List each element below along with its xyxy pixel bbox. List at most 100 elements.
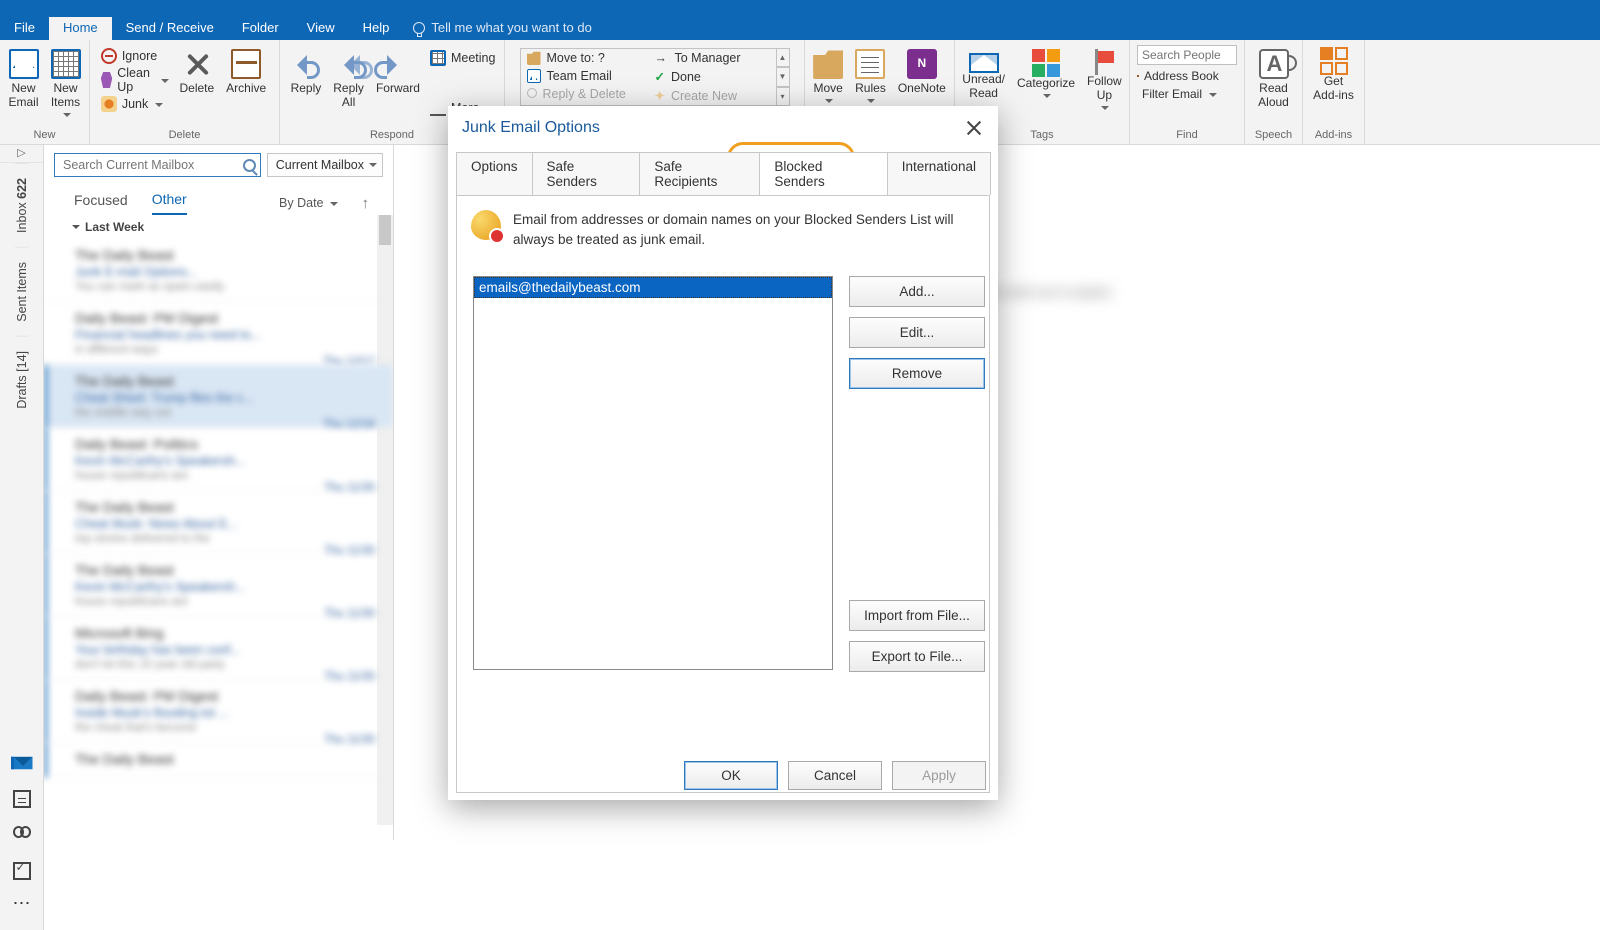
reply-button[interactable]: Reply (285, 43, 328, 98)
onenote-button[interactable]: NOneNote (892, 43, 952, 98)
address-book-button[interactable]: Address Book (1137, 69, 1237, 83)
message-item[interactable]: The Daily BeastCheat Musk: News About E.… (44, 491, 393, 554)
new-email-button[interactable]: New Email (3, 43, 45, 112)
dtab-safe-senders[interactable]: Safe Senders (532, 152, 641, 195)
apply-button[interactable]: Apply (892, 761, 986, 790)
dialog-description: Email from addresses or domain names on … (513, 210, 975, 249)
dtab-blocked-senders[interactable]: Blocked Senders (759, 152, 887, 195)
get-addins-button[interactable]: Get Add-ins (1307, 43, 1360, 105)
nav-people-icon[interactable] (13, 826, 31, 844)
tab-send-receive[interactable]: Send / Receive (112, 17, 228, 40)
ignore-icon (101, 48, 117, 64)
reply-delete-icon (527, 88, 537, 98)
junk-button[interactable]: Junk (101, 93, 170, 115)
ok-button[interactable]: OK (684, 761, 778, 790)
sort-direction-button[interactable]: ↑ (362, 195, 370, 212)
reply-all-icon (334, 49, 364, 79)
cancel-button[interactable]: Cancel (788, 761, 882, 790)
tab-other[interactable]: Other (152, 191, 187, 215)
folder-icon (527, 51, 541, 65)
unread-button[interactable]: Unread/ Read (956, 43, 1011, 103)
dtab-international[interactable]: International (887, 152, 991, 195)
rail-drafts[interactable]: Drafts [14] (15, 336, 29, 423)
meeting-icon (430, 50, 446, 66)
quick-steps-gallery[interactable]: Move to: ? Team Email Reply & Delete →To… (520, 48, 790, 106)
meeting-button[interactable]: Meeting (430, 47, 495, 69)
delete-label: Delete (179, 82, 214, 96)
list-item[interactable]: emails@thedailybeast.com (474, 277, 832, 298)
tab-view[interactable]: View (293, 17, 349, 40)
tab-focused[interactable]: Focused (74, 192, 128, 214)
message-item[interactable]: Microsoft BingYour birthday has been con… (44, 617, 393, 680)
message-item[interactable]: Daily Beast: PM DigestFinancial headline… (44, 302, 393, 365)
blocked-senders-listbox[interactable]: emails@thedailybeast.com (473, 276, 833, 670)
search-people-input[interactable] (1137, 45, 1237, 65)
archive-icon (231, 49, 261, 79)
sort-by-date[interactable]: By Date (279, 196, 337, 210)
rail-inbox[interactable]: Inbox 622 (15, 163, 29, 247)
message-item[interactable]: The Daily BeastKevin McCarthy's Speakers… (44, 554, 393, 617)
new-items-button[interactable]: New Items (45, 43, 87, 120)
followup-button[interactable]: Follow Up (1081, 43, 1128, 113)
move-button[interactable]: Move (807, 43, 849, 106)
book-icon (1137, 75, 1139, 77)
rules-button[interactable]: Rules (849, 43, 892, 106)
dialog-tabs: Options Safe Senders Safe Recipients Blo… (456, 152, 990, 195)
export-button[interactable]: Export to File... (849, 641, 985, 672)
move-folder-icon (813, 49, 843, 79)
delete-button[interactable]: Delete (173, 43, 220, 98)
nav-more-icon[interactable]: ⋯ (13, 898, 31, 916)
read-aloud-button[interactable]: Read Aloud (1252, 43, 1295, 112)
message-list-pane: Current Mailbox Focused Other By Date ↑ … (44, 145, 394, 840)
cleanup-button[interactable]: Clean Up (101, 69, 170, 91)
ignore-button[interactable]: Ignore (101, 45, 170, 67)
archive-button[interactable]: Archive (220, 43, 272, 98)
forward-icon (383, 49, 413, 79)
add-button[interactable]: Add... (849, 276, 985, 307)
categorize-button[interactable]: Categorize (1011, 43, 1081, 101)
dtab-safe-recipients[interactable]: Safe Recipients (639, 152, 760, 195)
more-icon (430, 100, 446, 116)
tab-home[interactable]: Home (49, 17, 112, 40)
message-item[interactable]: The Daily BeastJunk E-mail Options...You… (44, 239, 393, 302)
import-button[interactable]: Import from File... (849, 600, 985, 631)
remove-button[interactable]: Remove (849, 358, 985, 389)
tab-file[interactable]: File (0, 17, 49, 40)
nav-tasks-icon[interactable] (13, 862, 31, 880)
date-group-header[interactable]: Last Week (44, 215, 393, 239)
forward-button[interactable]: Forward (370, 43, 426, 98)
nav-calendar-icon[interactable] (13, 790, 31, 808)
nav-mail-icon[interactable] (11, 754, 33, 772)
filter-email-button[interactable]: Filter Email (1137, 87, 1237, 101)
expand-rail-button[interactable]: ▷ (0, 145, 43, 163)
message-item[interactable]: The Daily BeastCheat Sheet: Trump flies … (44, 365, 393, 428)
message-item[interactable]: Daily Beast: PM DigestInside Musk's floo… (44, 680, 393, 743)
search-scope-select[interactable]: Current Mailbox (267, 153, 383, 177)
calendar-icon (51, 49, 81, 79)
reply-icon (291, 49, 321, 79)
group-label-find: Find (1130, 129, 1244, 141)
quick-steps-scroll[interactable]: ▲▼▾ (776, 48, 790, 106)
delete-icon (182, 49, 212, 79)
tell-me-input[interactable]: Tell me what you want to do (403, 17, 601, 40)
folder-rail: ▷ Inbox 622 Sent Items Drafts [14] ⋯ (0, 145, 44, 930)
mail-icon (9, 49, 39, 79)
cleanup-icon (101, 72, 112, 88)
dtab-options[interactable]: Options (456, 152, 533, 195)
tab-folder[interactable]: Folder (228, 17, 293, 40)
junk-icon (101, 96, 117, 112)
reply-all-button[interactable]: Reply All (327, 43, 370, 112)
rail-sent[interactable]: Sent Items (15, 247, 29, 336)
message-item[interactable]: Daily Beast: PoliticsKevin McCarthy's Sp… (44, 428, 393, 491)
envelope-icon (969, 53, 999, 73)
message-item[interactable]: The Daily Beast (44, 743, 393, 778)
edit-button[interactable]: Edit... (849, 317, 985, 348)
search-mailbox-box[interactable] (54, 153, 261, 177)
group-label-new: New (0, 129, 89, 141)
tab-help[interactable]: Help (349, 17, 404, 40)
search-icon[interactable] (243, 159, 256, 172)
dialog-close-button[interactable] (964, 118, 984, 138)
search-mailbox-input[interactable] (59, 154, 243, 176)
create-new-icon: ✦ (655, 88, 665, 103)
team-email-icon (527, 69, 541, 83)
